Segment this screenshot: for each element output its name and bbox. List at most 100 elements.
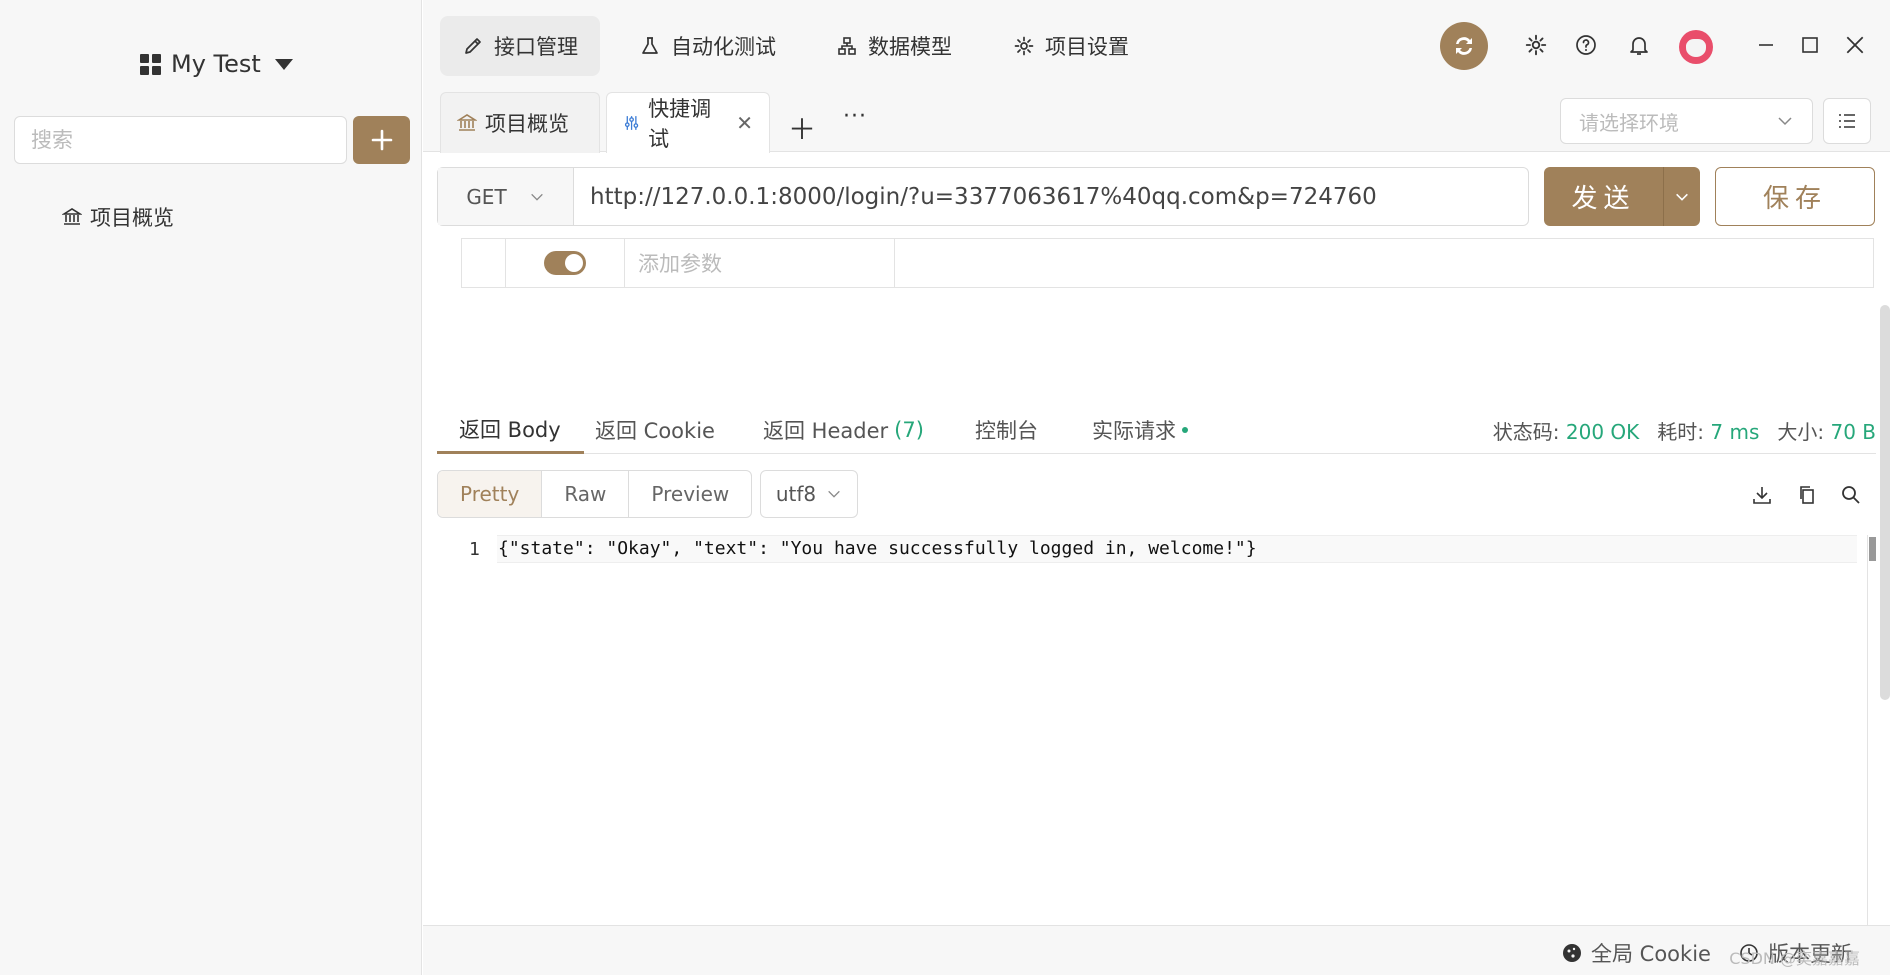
- send-button[interactable]: 发送: [1544, 167, 1700, 226]
- doc-tab-overview[interactable]: 项目概览: [440, 92, 600, 153]
- hierarchy-icon: [838, 37, 856, 55]
- tab-response-body[interactable]: 返回 Body: [437, 406, 584, 454]
- environment-placeholder: 请选择环境: [1579, 110, 1679, 135]
- tab-data-model[interactable]: 数据模型: [814, 16, 974, 76]
- minimize-icon: [1759, 44, 1773, 46]
- save-button[interactable]: 保存: [1715, 167, 1875, 226]
- grid-icon: [140, 53, 161, 75]
- doc-tab-label: 项目概览: [485, 112, 569, 136]
- line-number: 1: [469, 539, 480, 560]
- tab-label: 返回 Cookie: [595, 419, 715, 443]
- minimize-button[interactable]: [1753, 32, 1779, 58]
- param-row: 添加参数: [461, 238, 1874, 288]
- list-icon: [1839, 114, 1855, 128]
- flask-icon: [642, 37, 658, 54]
- url-input[interactable]: [574, 168, 1528, 225]
- tab-label: 数据模型: [868, 35, 952, 59]
- add-button[interactable]: [353, 116, 410, 164]
- watermark: CSDN @奕嘉嘉嘉: [1729, 949, 1860, 968]
- sync-button[interactable]: [1440, 22, 1488, 70]
- format-switch: Pretty Raw Preview: [437, 470, 753, 518]
- request-url-bar: GET: [437, 167, 1529, 226]
- param-name-input[interactable]: 添加参数: [625, 239, 895, 287]
- avatar[interactable]: [1679, 30, 1713, 64]
- status-value: 200 OK: [1565, 419, 1640, 444]
- bell-icon: [1630, 37, 1648, 55]
- plus-icon: [371, 129, 392, 151]
- close-window-button[interactable]: [1842, 32, 1868, 58]
- search-response-button[interactable]: [1838, 482, 1864, 508]
- doc-tab-quick-debug[interactable]: 快捷调试 ✕: [606, 92, 770, 153]
- editor-scrollbar[interactable]: [1867, 535, 1876, 925]
- page-scrollbar[interactable]: [1880, 305, 1890, 700]
- status-label: 状态码:: [1492, 419, 1560, 444]
- time-stat: 耗时: 7 ms: [1657, 416, 1759, 445]
- tab-label: 自动化测试: [671, 35, 776, 59]
- tab-response-cookie[interactable]: 返回 Cookie: [595, 406, 715, 454]
- cookie-icon: [1563, 944, 1581, 962]
- status-dot-icon: [1182, 427, 1188, 433]
- time-label: 耗时:: [1657, 419, 1705, 444]
- sliders-icon: [624, 116, 639, 130]
- status-bar: 全局 Cookie 版本更新 CSDN @奕嘉嘉嘉: [423, 925, 1890, 975]
- size-value: 70 B: [1830, 419, 1876, 444]
- size-stat: 大小: 70 B: [1777, 416, 1876, 445]
- format-raw-button[interactable]: Raw: [542, 471, 630, 517]
- maximize-icon: [1802, 37, 1818, 53]
- project-name: My Test: [171, 50, 261, 78]
- settings-button[interactable]: [1523, 32, 1549, 58]
- tab-label: 接口管理: [494, 35, 578, 59]
- format-preview-button[interactable]: Preview: [629, 471, 751, 517]
- sidebar-item-label: 项目概览: [90, 206, 174, 230]
- copy-button[interactable]: [1794, 482, 1820, 508]
- tab-project-settings[interactable]: 项目设置: [991, 16, 1151, 76]
- status-stat: 状态码: 200 OK: [1493, 416, 1640, 445]
- tab-automation[interactable]: 自动化测试: [617, 16, 798, 76]
- global-cookie-button[interactable]: 全局 Cookie: [1561, 938, 1711, 968]
- send-options-button[interactable]: [1664, 167, 1700, 226]
- gear-icon: [1014, 36, 1034, 56]
- response-editor[interactable]: 1 {"state": "Okay", "text": "You have su…: [437, 535, 1876, 925]
- size-label: 大小:: [1777, 419, 1825, 444]
- maximize-button[interactable]: [1797, 32, 1823, 58]
- search-input[interactable]: [14, 116, 347, 164]
- header-count: (7): [894, 418, 924, 442]
- help-button[interactable]: [1573, 32, 1599, 58]
- encoding-label: utf8: [775, 482, 817, 506]
- tab-actual-request[interactable]: 实际请求: [1092, 406, 1188, 454]
- new-tab-button[interactable]: ＋: [788, 108, 816, 148]
- sidebar-item-overview[interactable]: 项目概览: [62, 200, 174, 234]
- environment-select[interactable]: 请选择环境: [1560, 98, 1813, 144]
- download-button[interactable]: [1749, 482, 1775, 508]
- tab-label: 返回 Body: [459, 417, 561, 442]
- bank-icon: [62, 208, 82, 225]
- notifications-button[interactable]: [1626, 32, 1652, 58]
- download-icon: [1753, 487, 1771, 504]
- chevron-down-icon: [1676, 193, 1688, 201]
- main-area: 接口管理 自动化测试 数据模型 项目设置 项目概览 快捷调试 ✕ ＋ ··· 请…: [423, 0, 1890, 975]
- more-tabs-button[interactable]: ···: [843, 104, 867, 129]
- pen-icon: [465, 38, 481, 54]
- document-tabs: 项目概览 快捷调试 ✕ ＋ ··· 请选择环境: [423, 92, 1890, 153]
- param-drag-cell: [462, 239, 506, 287]
- tab-label: 实际请求: [1092, 419, 1176, 443]
- method-select[interactable]: GET: [438, 168, 574, 225]
- project-switcher[interactable]: My Test: [140, 46, 293, 82]
- close-icon: [1846, 36, 1864, 54]
- tab-label: 控制台: [975, 419, 1038, 443]
- tab-console[interactable]: 控制台: [975, 406, 1038, 454]
- tab-response-header[interactable]: 返回 Header (7): [763, 406, 924, 454]
- top-nav: 接口管理 自动化测试 数据模型 项目设置: [423, 0, 1890, 92]
- tab-api-management[interactable]: 接口管理: [440, 16, 600, 76]
- close-tab-icon[interactable]: ✕: [736, 111, 753, 135]
- format-pretty-button[interactable]: Pretty: [438, 471, 543, 517]
- sync-icon: [1456, 37, 1472, 55]
- encoding-select[interactable]: utf8: [760, 470, 858, 518]
- chevron-down-icon: [828, 490, 840, 498]
- tab-label: 返回 Header: [763, 419, 889, 443]
- environment-list-button[interactable]: [1823, 98, 1871, 144]
- chevron-down-icon: [1778, 117, 1792, 126]
- param-enable-toggle[interactable]: [544, 251, 586, 275]
- chevron-down-icon: [530, 193, 543, 201]
- tab-label: 项目设置: [1045, 35, 1129, 59]
